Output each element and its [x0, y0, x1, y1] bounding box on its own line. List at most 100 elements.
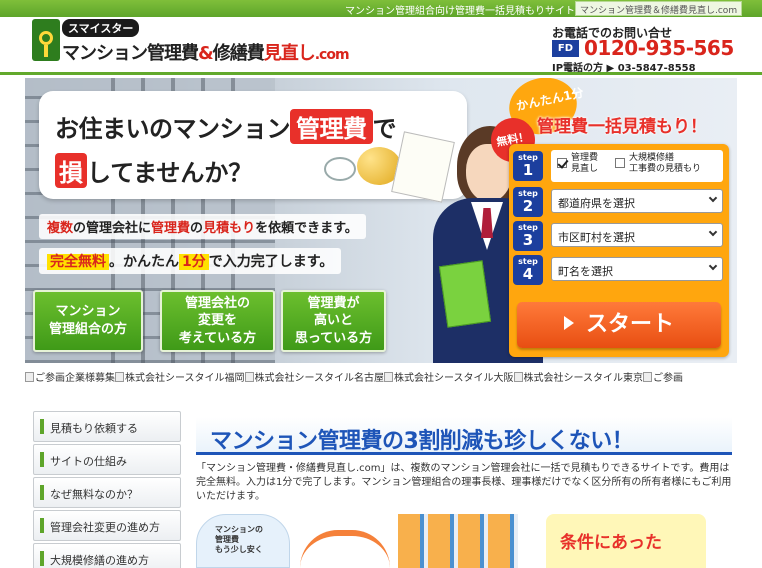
info1-f: を依頼できます。 — [255, 221, 358, 236]
broken-image-icon — [244, 372, 254, 382]
broken-image-icon — [643, 372, 652, 382]
chevron-down-icon — [708, 193, 718, 203]
sidebar-bullet — [40, 551, 44, 566]
conditions-banner: 条件にあった — [546, 514, 706, 568]
estimate-type-checks: 管理費 見直し 大規模修繕 工事費の見積もり — [551, 150, 723, 182]
keys-icon — [324, 157, 356, 181]
broken-image-icon — [115, 372, 124, 382]
management-fee-checkbox[interactable] — [557, 158, 567, 168]
start-button[interactable]: スタート — [517, 302, 721, 348]
step-3-badge: step 3 — [513, 221, 543, 251]
hero-button-high-fee[interactable]: 管理費が 高いと 思っている方 — [281, 290, 386, 352]
chevron-down-icon — [708, 227, 718, 237]
curved-arrow-icon — [300, 530, 390, 568]
partner-link-text: ご参画 — [653, 373, 683, 383]
info1-e: 見積もり — [203, 221, 256, 236]
top-strip: マンション管理組合向け管理費一括見積もりサイト！ マンション管理費＆修繕費見直し… — [0, 0, 762, 17]
step-number: 4 — [522, 265, 534, 283]
main-heading: マンション管理費の3割削減も珍しくない！ — [196, 417, 732, 455]
document-icon — [391, 131, 455, 203]
hero-button-change-company-label: 管理会社の 変更を 考えている方 — [178, 295, 257, 346]
site-logo[interactable]: マンション管理費&修繕費見直し.com — [62, 39, 350, 65]
ip-phone-number[interactable]: IP電話の方 ▶ 03-5847-8558 — [552, 59, 696, 74]
prefecture-select-value: 都道府県を選択 — [558, 197, 635, 210]
broken-image-icon — [25, 372, 34, 382]
sidebar-item-label: 見積もり依頼する — [50, 422, 138, 435]
main-description: 「マンション管理費・修繕費見直し.com」は、複数のマンション管理会社に一括で見… — [196, 463, 732, 502]
town-select[interactable]: 町名を選択 — [551, 257, 723, 281]
partner-link-text: 株式会社シースタイル福岡 — [125, 373, 245, 383]
hero-headline-1-pre: お住まいのマンション — [55, 115, 291, 143]
chevron-down-icon — [708, 261, 718, 271]
hero-headline-1: お住まいのマンション 管理費で — [55, 109, 396, 144]
logo-badge[interactable]: スマイスター — [62, 19, 140, 37]
hero-headline-2-post: してませんか？ — [87, 159, 253, 187]
sidebar-item-change-company[interactable]: 管理会社変更の進め方 — [33, 510, 181, 541]
info2-d: で入力完了します。 — [208, 254, 334, 270]
logo-dot: .com — [314, 47, 350, 63]
buildings-illustration — [398, 514, 518, 568]
info1-b: の管理会社に — [73, 221, 152, 236]
folder-icon — [438, 260, 492, 328]
step-2-badge: step 2 — [513, 187, 543, 217]
partner-link-text: 株式会社シースタイル名古屋 — [254, 373, 385, 383]
play-arrow-icon — [563, 316, 574, 330]
sidebar-bullet — [40, 452, 44, 467]
partner-link[interactable]: ご参画企業様募集 — [25, 372, 115, 383]
prefecture-select[interactable]: 都道府県を選択 — [551, 189, 723, 213]
sidebar-item-label: サイトの仕組み — [50, 455, 127, 468]
sidebar-bullet — [40, 485, 44, 500]
step-number: 1 — [522, 161, 534, 179]
main-heading-text: マンション管理費の3割削減も珍しくない！ — [210, 429, 634, 454]
estimate-form: step 1 管理費 見直し 大規模修繕 工事費の見積もり step 2 都道府県を… — [509, 144, 729, 357]
site-header: スマイスター マンション管理費&修繕費見直し.com お電話でのお問い合せ FD… — [0, 17, 762, 75]
city-select-value: 市区町村を選択 — [558, 231, 635, 244]
step-number: 2 — [522, 197, 534, 215]
freedial-number[interactable]: 0120-935-565 — [584, 36, 734, 60]
repair-estimate-label: 大規模修繕 工事費の見積もり — [629, 153, 702, 174]
freedial-icon: FD — [552, 40, 579, 57]
conditions-banner-text: 条件にあった — [560, 533, 662, 553]
repair-estimate-checkbox[interactable] — [615, 158, 625, 168]
sidebar-item-request-estimate[interactable]: 見積もり依頼する — [33, 411, 181, 442]
partner-link[interactable]: ご参画 — [643, 372, 683, 383]
logo-mid: 修繕費 — [212, 43, 265, 64]
site-name-link[interactable]: マンション管理費＆修繕費見直し.com — [575, 1, 743, 16]
hero-headline-2: 損してませんか？ — [55, 153, 252, 188]
hero-info-free: 完全無料 。かんたん 1分 で入力完了します。 — [39, 248, 342, 274]
sidebar-bullet — [40, 419, 44, 434]
hero-button-change-company[interactable]: 管理会社の 変更を 考えている方 — [160, 290, 275, 352]
partner-link[interactable]: 株式会社シースタイル名古屋 — [244, 372, 385, 383]
broken-image-icon — [384, 372, 393, 382]
logo-main: マンション管理費 — [62, 43, 199, 64]
sidebar-item-label: 管理会社変更の進め方 — [50, 521, 160, 534]
logo-key-icon[interactable] — [32, 19, 60, 61]
step-number: 3 — [522, 231, 534, 249]
logo-red: 見直し — [263, 43, 316, 64]
sidebar-item-label: 大規模修繕の進め方 — [50, 554, 149, 567]
hero-info-estimate: 複数の管理会社に管理費の見積もりを依頼できます。 — [39, 214, 366, 239]
sidebar-item-label: なぜ無料なのか？ — [50, 488, 138, 501]
form-title: 管理費一括見積もり！ — [537, 117, 707, 137]
cloud-illustration-text: マンションの 管理費 もう少し安く — [215, 525, 263, 554]
hero-headline-2-highlight: 損 — [55, 153, 87, 188]
hero-button-association-label: マンション 管理組合の方 — [48, 304, 127, 337]
partner-link[interactable]: 株式会社シースタイル東京 — [513, 372, 643, 383]
info2-a: 完全無料 — [47, 254, 109, 270]
sidebar-item-large-repair[interactable]: 大規模修繕の進め方 — [33, 543, 181, 568]
hero-headline-1-post: で — [372, 115, 397, 143]
management-fee-label: 管理費 見直し — [571, 153, 599, 174]
info1-c: 管理費 — [151, 221, 191, 236]
hero-button-association[interactable]: マンション 管理組合の方 — [33, 290, 143, 352]
sidebar-item-how-it-works[interactable]: サイトの仕組み — [33, 444, 181, 475]
partner-link-text: ご参画企業様募集 — [35, 373, 115, 383]
sidebar-item-why-free[interactable]: なぜ無料なのか？ — [33, 477, 181, 508]
info1-d: の — [190, 221, 204, 236]
info2-b: 。かんたん — [109, 254, 179, 270]
city-select[interactable]: 市区町村を選択 — [551, 223, 723, 247]
partner-link[interactable]: 株式会社シースタイル福岡 — [115, 372, 245, 383]
info1-a: 複数 — [47, 221, 74, 236]
partner-link[interactable]: 株式会社シースタイル大阪 — [384, 372, 514, 383]
hero-button-high-fee-label: 管理費が 高いと 思っている方 — [294, 295, 373, 346]
sidebar-bullet — [40, 518, 44, 533]
